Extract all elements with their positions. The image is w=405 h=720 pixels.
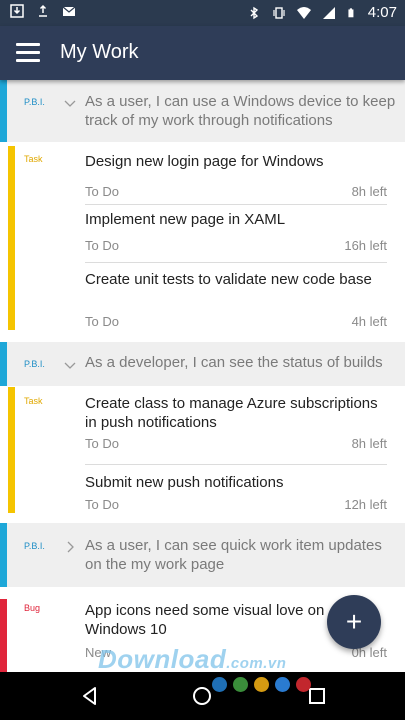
chevron-down-icon[interactable] bbox=[64, 359, 76, 371]
pbi-color-bar bbox=[0, 80, 7, 142]
list-item[interactable]: Implement new page in XAML To Do 16h left bbox=[85, 210, 387, 262]
divider bbox=[85, 204, 387, 205]
item-state: To Do bbox=[85, 314, 119, 329]
pbi-color-bar bbox=[0, 523, 7, 587]
vibrate-icon bbox=[273, 6, 285, 19]
pbi-color-bar bbox=[0, 342, 7, 386]
pbi-type-label: P.B.I. bbox=[24, 97, 45, 107]
wifi-icon bbox=[296, 6, 311, 19]
signal-icon bbox=[322, 6, 335, 19]
chevron-right-icon[interactable] bbox=[64, 541, 76, 553]
item-title: Create class to manage Azure subscriptio… bbox=[85, 395, 378, 431]
chevron-down-icon[interactable] bbox=[64, 97, 76, 109]
work-item-list[interactable]: P.B.I. As a user, I can use a Windows de… bbox=[0, 80, 405, 672]
system-nav-bar bbox=[0, 672, 405, 720]
task-group-1: Task Design new login page for Windows T… bbox=[0, 146, 405, 330]
item-remaining: 8h left bbox=[351, 184, 387, 199]
item-state: To Do bbox=[85, 184, 119, 199]
item-remaining: 12h left bbox=[344, 497, 387, 512]
item-type-label: Task bbox=[24, 396, 43, 406]
pbi-type-label: P.B.I. bbox=[24, 541, 45, 551]
item-remaining: 16h left bbox=[344, 238, 387, 253]
item-type-label: Bug bbox=[24, 603, 41, 613]
item-title: App icons need some visual love on Windo… bbox=[85, 602, 325, 638]
list-item[interactable]: Create unit tests to validate new code b… bbox=[85, 270, 387, 330]
item-type-label: Task bbox=[24, 154, 43, 164]
pbi-header-1[interactable]: P.B.I. As a user, I can use a Windows de… bbox=[0, 80, 405, 142]
bluetooth-icon bbox=[250, 6, 258, 19]
item-title: Design new login page for Windows bbox=[85, 153, 324, 170]
notification-upload-icon bbox=[39, 4, 47, 17]
item-title: Create unit tests to validate new code b… bbox=[85, 271, 372, 288]
divider bbox=[85, 262, 387, 263]
item-title: Implement new page in XAML bbox=[85, 211, 286, 228]
task-color-bar bbox=[8, 146, 15, 330]
list-item[interactable]: Create class to manage Azure subscriptio… bbox=[85, 394, 387, 464]
divider bbox=[85, 464, 387, 465]
back-icon[interactable] bbox=[78, 684, 102, 708]
pbi-header-3[interactable]: P.B.I. As a user, I can see quick work i… bbox=[0, 523, 405, 587]
watermark-dots bbox=[212, 677, 311, 692]
battery-icon bbox=[348, 7, 354, 17]
item-remaining: 8h left bbox=[351, 436, 387, 451]
menu-icon[interactable] bbox=[16, 43, 40, 63]
pbi-title: As a user, I can use a Windows device to… bbox=[85, 93, 396, 129]
notification-mail-icon bbox=[62, 6, 76, 16]
item-state: To Do bbox=[85, 436, 119, 451]
list-item[interactable]: Design new login page for Windows To Do 8… bbox=[85, 152, 387, 204]
home-icon[interactable] bbox=[190, 684, 214, 708]
item-title: Submit new push notifications bbox=[85, 474, 284, 491]
item-state: To Do bbox=[85, 497, 119, 512]
pbi-title: As a developer, I can see the status of … bbox=[85, 354, 383, 371]
app-bar: My Work bbox=[0, 26, 405, 80]
pbi-type-label: P.B.I. bbox=[24, 359, 45, 369]
list-item[interactable]: Submit new push notifications To Do 12h l… bbox=[85, 473, 387, 513]
watermark: Download.com.vn bbox=[98, 644, 287, 674]
status-bar: 4:07 bbox=[0, 0, 405, 26]
pbi-title: As a user, I can see quick work item upd… bbox=[85, 537, 382, 573]
task-group-2: Task Create class to manage Azure subscr… bbox=[0, 387, 405, 513]
page-title: My Work bbox=[60, 41, 139, 63]
item-state: To Do bbox=[85, 238, 119, 253]
status-time: 4:07 bbox=[367, 4, 397, 21]
pbi-header-2[interactable]: P.B.I. As a developer, I can see the sta… bbox=[0, 342, 405, 386]
add-work-item-button[interactable]: + bbox=[327, 595, 381, 649]
bug-color-bar bbox=[0, 599, 7, 672]
task-color-bar bbox=[8, 387, 15, 513]
notification-download-icon bbox=[10, 4, 24, 18]
item-remaining: 4h left bbox=[351, 314, 387, 329]
